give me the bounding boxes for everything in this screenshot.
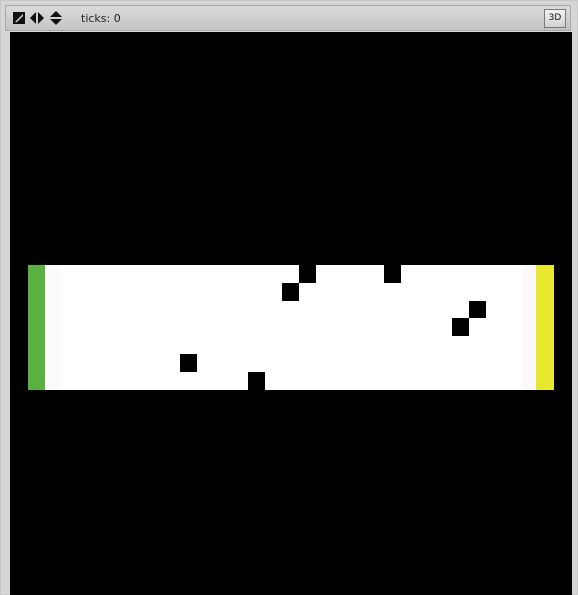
zoom-diagonal-icon[interactable] (12, 11, 26, 25)
up-down-arrows-icon[interactable] (49, 11, 63, 25)
3d-view-button[interactable]: 3D (544, 9, 566, 28)
obstacle-patch (384, 265, 401, 283)
floor-edge-left (45, 265, 61, 390)
left-goal-patch (28, 265, 45, 390)
view-toolbar: ticks: 0 3D (5, 5, 571, 31)
world-canvas (10, 32, 572, 595)
floor-edge-right (522, 265, 537, 390)
obstacle-patch (282, 283, 299, 301)
obstacle-patch (248, 372, 265, 390)
world-view[interactable] (10, 32, 572, 595)
ticks-counter: ticks: 0 (81, 12, 121, 25)
left-right-arrows-icon[interactable] (29, 11, 45, 25)
netlogo-view-window: ticks: 0 3D (0, 0, 578, 595)
obstacle-patch (180, 354, 197, 372)
right-goal-patch (536, 265, 554, 390)
obstacle-patch (452, 318, 469, 336)
obstacle-patch (299, 265, 316, 283)
obstacle-patch (469, 301, 486, 318)
